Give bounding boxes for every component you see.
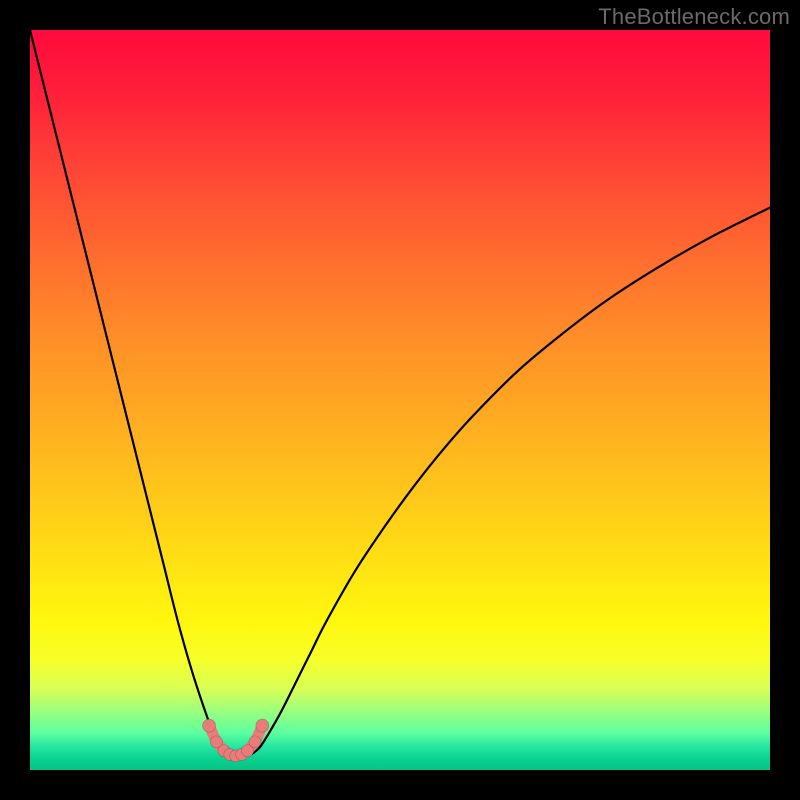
watermark-text: TheBottleneck.com: [598, 4, 790, 30]
min-region-dots: [203, 719, 269, 762]
plot-area: [30, 30, 770, 770]
curve-layer: [30, 30, 770, 770]
bottleneck-curve: [30, 30, 770, 757]
min-region-dot: [249, 736, 261, 748]
min-region-dot: [256, 719, 269, 732]
chart-frame: TheBottleneck.com: [0, 0, 800, 800]
min-region-dot: [203, 719, 216, 732]
